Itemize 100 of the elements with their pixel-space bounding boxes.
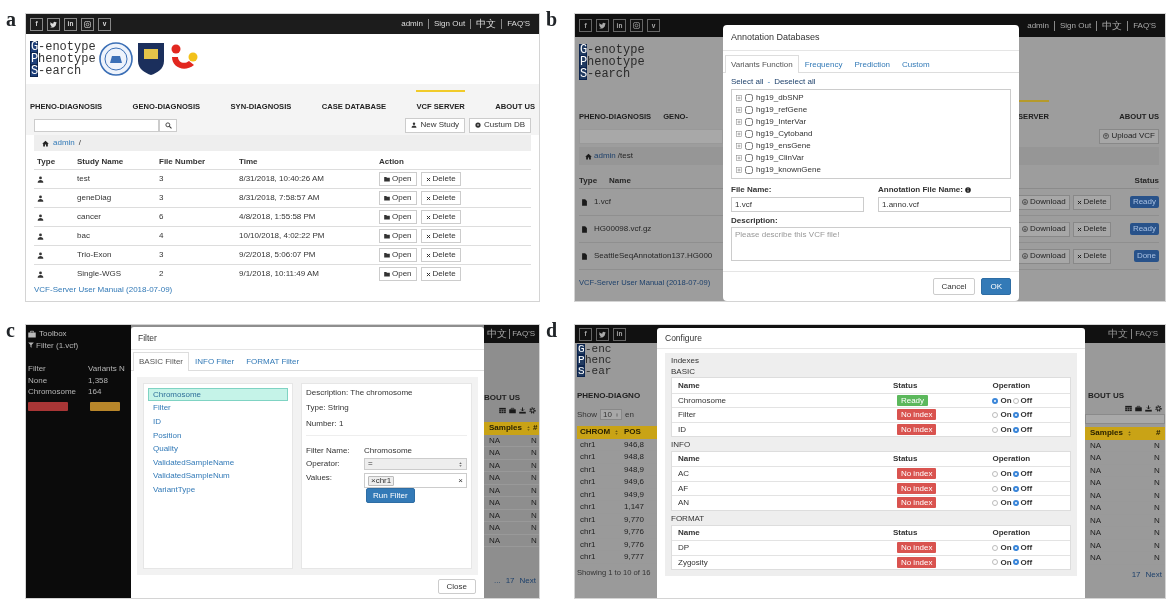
settings-icon[interactable] [529,406,536,414]
checkbox[interactable] [745,118,753,126]
table-icon[interactable] [1125,404,1132,412]
tab[interactable]: Custom [896,54,936,74]
length-select[interactable]: 10 [600,408,622,421]
open-button[interactable]: Open [379,191,417,205]
social-button[interactable] [596,19,609,32]
user-menu-link[interactable]: FAQ'S [501,19,535,29]
toolbar-button[interactable]: Custum DB [469,117,531,133]
field-list-item[interactable]: Quality [148,442,288,456]
ok-button[interactable]: OK [981,278,1011,295]
radio-button[interactable] [1012,485,1019,492]
tab[interactable]: FORMAT Filter [240,352,306,371]
description-field[interactable]: Please describe this VCF file! [731,227,1011,262]
pagination-link[interactable]: Next [1145,569,1162,580]
checkbox[interactable] [745,106,753,114]
checkbox[interactable] [745,130,753,138]
nav-link[interactable]: PHENO-DIAGNO [577,391,657,401]
radio-button[interactable] [1012,412,1019,419]
run-filter-button[interactable]: Run Filter [366,488,415,504]
delete-button[interactable]: Delete [420,172,461,186]
search-field[interactable] [34,118,159,132]
field-list-item[interactable]: ID [148,414,288,429]
values-field[interactable]: ×chr1 × [364,473,467,489]
user-menu-link[interactable]: Sign Out [428,19,471,29]
tab[interactable]: Variants Function [725,54,799,74]
nav-link[interactable]: BOUT US [1085,391,1165,401]
settings-icon[interactable] [1155,404,1162,412]
radio-button[interactable] [1012,471,1019,478]
delete-button[interactable]: Delete [1072,248,1111,264]
user-menu-link[interactable]: Sign Out [1054,20,1097,31]
radio-button[interactable] [992,559,999,566]
radio-button[interactable] [1012,426,1019,433]
open-button[interactable]: Open [379,210,417,224]
delete-button[interactable]: Delete [420,210,461,224]
field-list-item[interactable]: Position [148,428,288,443]
field-list-item[interactable]: ValidatedSampleNum [148,469,288,483]
select-all-link[interactable]: Select all [731,77,764,87]
expand-icon[interactable] [736,155,742,161]
field-list-item[interactable]: VariantType [148,482,288,497]
user-menu-link[interactable]: 中文 [1105,329,1132,339]
tab[interactable]: BASIC Filter [133,352,189,371]
social-button[interactable] [596,327,609,341]
user-menu-link[interactable]: admin [1022,20,1054,31]
user-menu-link[interactable]: 中文 [470,19,502,29]
download-icon[interactable] [519,406,526,414]
radio-button[interactable] [992,500,999,507]
social-button[interactable] [81,17,94,31]
user-menu-link[interactable]: 中文 [1096,20,1128,31]
nav-link[interactable]: BOUT US [484,393,539,403]
pagination-link[interactable]: 17 [1131,569,1141,580]
download-button[interactable]: Download [1018,194,1070,210]
cancel-button[interactable]: Cancel [932,278,976,295]
open-button[interactable]: Open [379,248,417,262]
operator-select[interactable]: = [364,458,467,471]
clear-mark[interactable]: × [458,475,463,486]
annotation-file-field[interactable]: 1.anno.vcf [878,196,1011,212]
tab[interactable]: Frequency [798,54,849,74]
expand-icon[interactable] [736,119,742,125]
download-icon[interactable] [1145,404,1152,412]
briefcase-icon[interactable] [1135,404,1142,412]
open-button[interactable]: Open [379,172,417,186]
expand-icon[interactable] [736,107,742,113]
checkbox[interactable] [745,154,753,162]
manual-link[interactable]: VCF-Server User Manual (2018-07-09) [34,285,173,294]
delete-button[interactable]: Delete [420,191,461,205]
search-button[interactable] [159,118,177,132]
expand-icon[interactable] [736,167,742,173]
user-menu-link[interactable]: FAQ'S [1131,329,1161,339]
user-menu-link[interactable]: FAQ'S [509,329,537,339]
table-icon[interactable] [499,406,506,414]
radio-button[interactable] [992,426,999,433]
delete-button[interactable]: Delete [1072,194,1111,210]
radio-button[interactable] [1012,397,1019,404]
expand-icon[interactable] [736,143,742,149]
delete-button[interactable]: Delete [420,267,461,281]
sidebar-button[interactable] [28,401,68,411]
tab[interactable]: Prediction [848,54,897,74]
value-tag[interactable]: ×chr1 [368,475,395,486]
user-menu-link[interactable]: 中文 [485,329,510,339]
close-button[interactable]: Close [437,579,476,594]
search-field[interactable] [1085,413,1165,424]
radio-button[interactable] [1012,544,1019,551]
briefcase-icon[interactable] [509,406,516,414]
upload-button[interactable]: Upload VCF [1099,128,1159,144]
expand-icon[interactable] [736,131,742,137]
file-name-field[interactable]: 1.vcf [731,196,864,212]
delete-button[interactable]: Delete [1072,221,1111,237]
radio-button[interactable] [992,544,999,551]
sidebar-button[interactable] [90,401,120,411]
radio-button[interactable] [992,485,999,492]
radio-button[interactable] [1012,500,1019,507]
radio-button[interactable] [992,397,999,404]
download-button[interactable]: Download [1018,248,1070,264]
open-button[interactable]: Open [379,267,417,281]
field-list-item[interactable]: Chromosome [148,387,288,402]
breadcrumb-link[interactable]: admin [53,138,75,148]
tab[interactable]: INFO Filter [189,352,241,371]
field-list-item[interactable]: ValidatedSampleName [148,455,288,470]
delete-button[interactable]: Delete [420,248,461,262]
